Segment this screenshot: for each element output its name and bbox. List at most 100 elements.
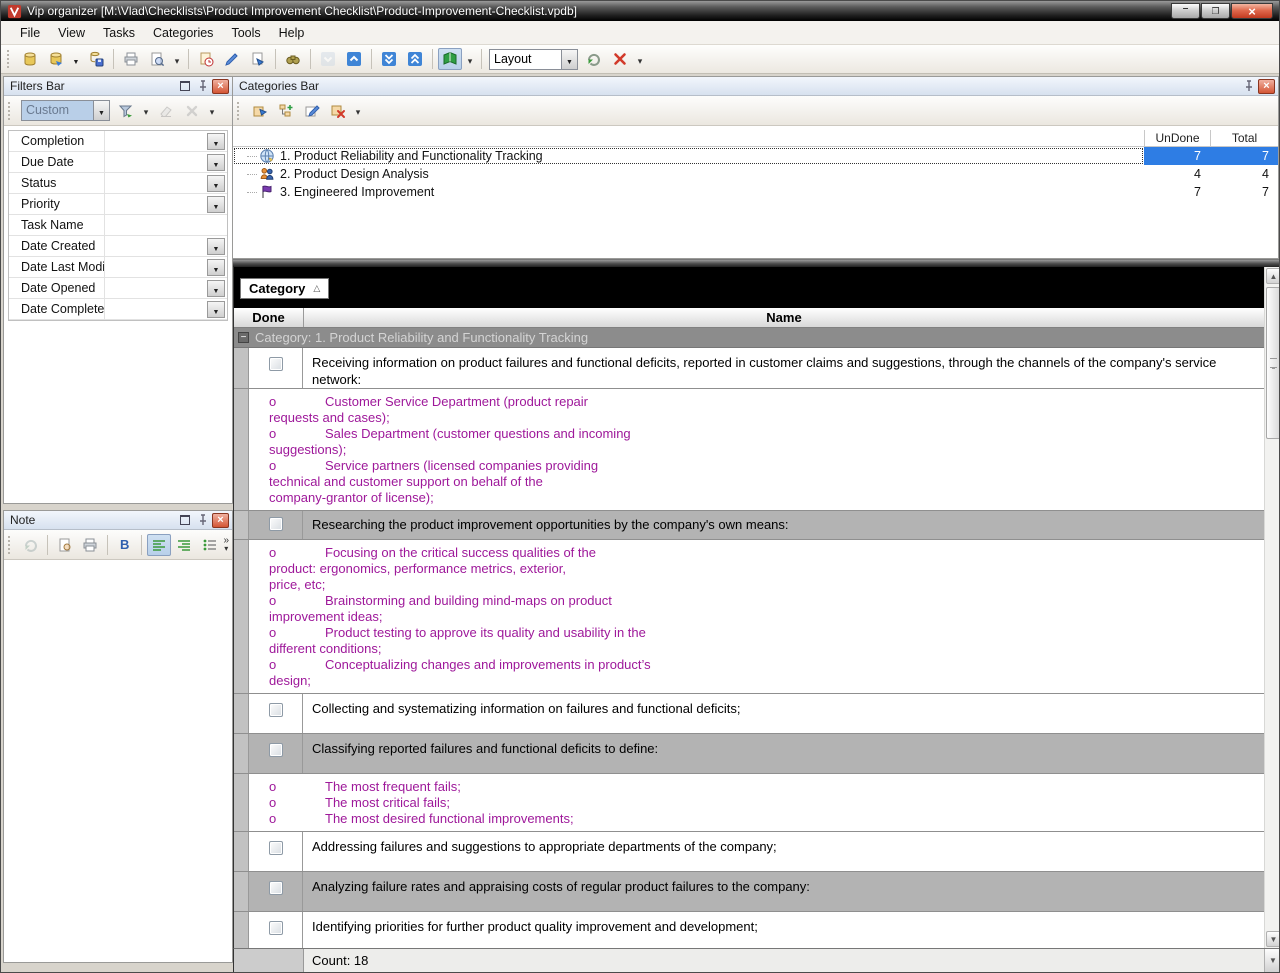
categories-toolbar-overflow[interactable] (352, 100, 364, 122)
layout-combobox[interactable]: Layout (489, 49, 578, 70)
task-row[interactable]: Classifying reported failures and functi… (234, 734, 1264, 774)
align-left-icon[interactable] (147, 534, 170, 556)
layout-combobox-dropdown[interactable] (561, 49, 578, 70)
vertical-scrollbar[interactable]: ▲ ▼ (1264, 267, 1280, 948)
category-tree-row[interactable]: 3. Engineered Improvement77 (233, 183, 1278, 201)
delete-filter-icon[interactable] (180, 100, 204, 122)
note-toolbar-overflow[interactable]: »▾ (223, 537, 229, 553)
move-to-top-button[interactable] (403, 48, 427, 70)
menu-item-help[interactable]: Help (270, 23, 314, 43)
delete-layout-button[interactable] (608, 48, 632, 70)
delete-category-icon[interactable] (326, 100, 350, 122)
horizontal-splitter[interactable] (233, 259, 1280, 267)
apply-filter-icon[interactable] (114, 100, 138, 122)
toolbar-grip[interactable] (7, 50, 12, 68)
filters-close-icon[interactable] (212, 79, 229, 94)
filters-restore-icon[interactable] (176, 79, 193, 94)
task-checkbox[interactable] (269, 517, 283, 531)
apply-filter-dropdown[interactable] (140, 100, 152, 122)
task-row[interactable]: Receiving information on product failure… (234, 348, 1264, 389)
note-restore-icon[interactable] (176, 513, 193, 528)
filter-dropdown-button[interactable] (207, 301, 225, 318)
task-checkbox[interactable] (269, 841, 283, 855)
scrollbar-thumb[interactable] (1266, 287, 1280, 439)
filter-dropdown-button[interactable] (207, 154, 225, 171)
task-row[interactable]: Identifying priorities for further produ… (234, 912, 1264, 948)
layout-combobox-value[interactable]: Layout (489, 49, 561, 70)
total-column-header[interactable]: Total (1210, 130, 1278, 146)
edit-category-icon[interactable] (300, 100, 324, 122)
scroll-down-icon[interactable]: ▼ (1264, 949, 1280, 972)
filter-preset-combobox[interactable]: Custom (21, 100, 110, 121)
title-bar[interactable]: Vip organizer [M:\Vlad\Checklists\Produc… (1, 1, 1279, 21)
filter-value-input[interactable] (105, 257, 205, 277)
clear-filter-icon[interactable] (154, 100, 178, 122)
filters-toolbar-overflow[interactable] (206, 100, 218, 122)
menu-item-tasks[interactable]: Tasks (94, 23, 144, 43)
filter-dropdown-button[interactable] (207, 196, 225, 213)
group-by-category-button[interactable]: Category (240, 278, 329, 299)
paste-task-button[interactable] (246, 48, 270, 70)
undone-column-header[interactable]: UnDone (1144, 130, 1210, 146)
menu-item-tools[interactable]: Tools (222, 23, 269, 43)
filters-pin-icon[interactable] (194, 79, 211, 94)
category-name-cell[interactable]: 2. Product Design Analysis (233, 165, 1144, 183)
print-button[interactable] (119, 48, 143, 70)
move-down-button[interactable] (316, 48, 340, 70)
filter-value-input[interactable] (105, 236, 205, 256)
done-column-header[interactable]: Done (234, 308, 304, 327)
minimize-button[interactable] (1171, 3, 1200, 19)
move-to-bottom-button[interactable] (377, 48, 401, 70)
scroll-up-icon[interactable]: ▲ (1266, 268, 1280, 284)
save-database-button[interactable] (84, 48, 108, 70)
category-tree-row[interactable]: 1. Product Reliability and Functionality… (233, 147, 1278, 165)
filter-dropdown-button[interactable] (207, 133, 225, 150)
task-row[interactable]: Addressing failures and suggestions to a… (234, 832, 1264, 872)
filter-value-input[interactable] (105, 278, 205, 298)
filter-value-input[interactable] (105, 299, 205, 319)
open-database-button[interactable] (44, 48, 68, 70)
search-button[interactable] (281, 48, 305, 70)
filter-value-input[interactable] (105, 173, 205, 193)
task-row[interactable]: Researching the product improvement oppo… (234, 511, 1264, 540)
filters-toolbar-grip[interactable] (8, 102, 13, 120)
edit-task-button[interactable] (220, 48, 244, 70)
customize-layout-button[interactable] (582, 48, 606, 70)
close-button[interactable] (1231, 3, 1273, 19)
filter-value-input[interactable] (105, 152, 205, 172)
filter-value-input[interactable] (105, 131, 205, 151)
note-print-preview-icon[interactable] (53, 534, 76, 556)
note-close-icon[interactable] (212, 513, 229, 528)
collapse-icon[interactable] (238, 332, 249, 343)
layout-view-dropdown[interactable] (464, 48, 476, 70)
print-overflow-button[interactable] (171, 48, 183, 70)
category-name-cell[interactable]: 3. Engineered Improvement (233, 183, 1144, 201)
align-right-icon[interactable] (173, 534, 196, 556)
scroll-down-icon[interactable]: ▼ (1266, 931, 1280, 947)
category-tree-row[interactable]: 2. Product Design Analysis44 (233, 165, 1278, 183)
filter-dropdown-button[interactable] (207, 280, 225, 297)
open-database-dropdown[interactable] (70, 48, 82, 70)
menu-item-view[interactable]: View (49, 23, 94, 43)
categories-close-icon[interactable] (1258, 79, 1275, 94)
layout-view-button[interactable] (438, 48, 462, 70)
menu-item-categories[interactable]: Categories (144, 23, 222, 43)
restore-button[interactable] (1201, 3, 1230, 19)
filter-preset-dropdown[interactable] (93, 100, 110, 121)
bullet-list-icon[interactable] (198, 534, 221, 556)
category-group-row[interactable]: Category: 1. Product Reliability and Fun… (234, 328, 1264, 348)
new-task-button[interactable] (194, 48, 218, 70)
filter-value-input[interactable] (105, 194, 205, 214)
move-up-button[interactable] (342, 48, 366, 70)
note-toolbar-grip[interactable] (8, 536, 13, 554)
task-checkbox[interactable] (269, 881, 283, 895)
category-name-cell[interactable]: 1. Product Reliability and Functionality… (233, 147, 1144, 165)
task-row[interactable]: Analyzing failure rates and appraising c… (234, 872, 1264, 912)
note-pin-icon[interactable] (194, 513, 211, 528)
bold-icon[interactable]: B (113, 534, 136, 556)
categories-toolbar-grip[interactable] (237, 102, 242, 120)
print-preview-button[interactable] (145, 48, 169, 70)
task-row[interactable]: Collecting and systematizing information… (234, 694, 1264, 734)
task-checkbox[interactable] (269, 921, 283, 935)
filter-dropdown-button[interactable] (207, 238, 225, 255)
